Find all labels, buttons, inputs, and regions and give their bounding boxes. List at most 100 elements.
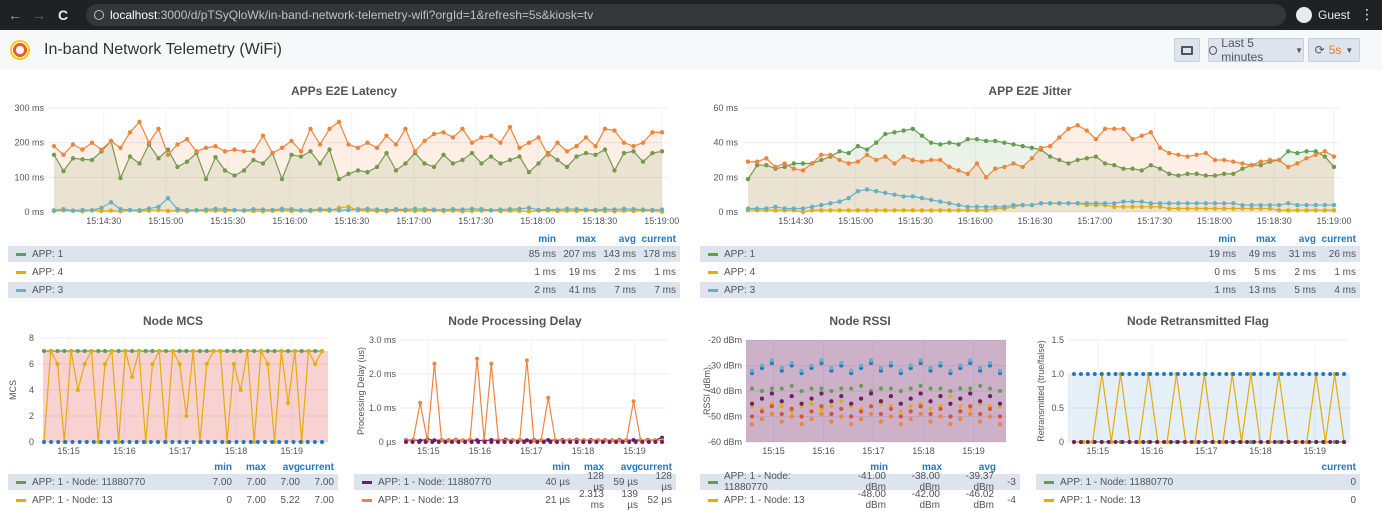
data-point [660,440,664,444]
panel-title[interactable]: APPs E2E Latency [8,84,680,98]
legend-swatch [16,498,26,502]
y-tick-label: 1.0 [1051,369,1064,379]
data-point [198,440,203,444]
refresh-button[interactable]: ⟳ 5s ▼ [1308,38,1360,62]
panel-title[interactable]: Node MCS [8,314,338,328]
dashboard-title[interactable]: In-band Network Telemetry (WiFi) [44,41,282,59]
legend-item[interactable]: APP: 1 - Node: 13 21 µs 2.313 ms 139 µs 52 µ… [354,489,676,511]
latency-graph[interactable]: 300 ms 200 ms 100 ms 0 ms 15:14:30 15:15:00 15… [8,100,680,250]
legend-column-min[interactable]: min [538,234,556,245]
data-point [769,391,774,396]
data-point [1157,145,1163,151]
y-axis-label: Retransmitted (true/false) [1036,340,1046,442]
legend-column-max[interactable]: max [1256,234,1276,245]
legend-item[interactable]: APP: 1 - Node: 11880770 7.00 7.00 7.00 7.00 [8,474,338,490]
data-point [507,207,513,212]
data-point [1194,152,1199,157]
data-point [878,366,883,371]
data-point [292,349,297,353]
legend-column-min[interactable]: min [214,462,232,473]
legend-column-max[interactable]: max [246,462,266,473]
data-point [463,440,468,444]
data-point [1321,440,1326,444]
legend-item[interactable]: APP: 1 - Node: 11880770 -41.00 dBm -38.00 … [700,471,1020,493]
grafana-logo-icon[interactable] [10,40,30,60]
legend-column-min[interactable]: min [552,462,570,473]
legend-column-current[interactable]: current [1322,234,1356,245]
retransmitted-graph[interactable]: 1.5 1.0 0.5 0 15:15 15:16 15:17 15:18 15:19 Retra… [1036,330,1360,480]
data-point [745,159,751,164]
data-point [277,440,282,444]
data-point [213,143,218,149]
reload-icon[interactable]: C [54,6,72,24]
data-point [51,143,57,149]
time-picker-button[interactable]: Last 5 minutes ▼ [1208,36,1304,64]
legend-column-avg[interactable]: avg [621,462,638,473]
back-arrow-icon[interactable]: ← [6,6,24,24]
data-point [42,349,46,353]
legend-item[interactable]: APP: 3 1 ms 13 ms 5 ms 4 ms [700,282,1360,298]
forward-arrow-icon[interactable]: → [30,6,48,24]
legend-series-name: APP: 1 - Node: 13 [724,494,805,506]
data-point [106,440,111,444]
data-point [1307,440,1312,444]
legend-item[interactable]: APP: 1 - Node: 11880770 40 µs 128 µs 59 µs 1… [354,471,676,493]
data-point [1113,440,1118,444]
data-point [1127,372,1132,376]
data-point [754,206,760,211]
panel-title[interactable]: Node Retransmitted Flag [1036,314,1360,328]
profile-button[interactable]: Guest [1296,5,1350,25]
browser-menu-icon[interactable]: ⋮ [1360,6,1374,23]
data-point [1203,201,1209,206]
x-tick-label: 15:19 [623,446,646,456]
data-point [869,411,874,416]
area-fill [748,125,1334,212]
mcs-graph[interactable]: 8 6 4 2 0 15:15 15:16 15:17 15:18 15:19 MCS [8,330,338,480]
data-point [251,207,256,212]
panel-title[interactable]: Node RSSI [700,314,1020,328]
data-point [809,161,815,166]
legend-column-current[interactable]: current [642,234,676,245]
legend-column-max[interactable]: max [576,234,596,245]
legend-swatch [708,252,718,256]
data-point [80,207,85,213]
legend-column-current[interactable]: current [1322,462,1356,473]
data-point [965,171,970,177]
legend-swatch [708,270,718,274]
legend-item[interactable]: APP: 1 - Node: 13 0 7.00 5.22 7.00 [8,492,338,508]
data-point [238,388,243,392]
jitter-graph[interactable]: 60 ms 40 ms 20 ms 0 ms 15:14:30 15:15:00 15:15… [700,100,1360,250]
legend-column-current[interactable]: current [300,462,334,473]
url-bar[interactable]: localhost:3000/d/pTSyQloWk/in-band-netwo… [86,4,1286,26]
data-point [1231,201,1236,206]
legend-item[interactable]: APP: 4 0 ms 5 ms 2 ms 1 ms [700,264,1360,280]
data-point [919,159,925,164]
data-point [1002,140,1007,145]
data-point [837,157,842,163]
data-point [799,414,804,419]
data-point [1258,372,1263,376]
data-point [118,145,123,151]
delay-graph[interactable]: 3.0 ms 2.0 ms 1.0 ms 0 µs 15:15 15:16 15:17 15:… [354,330,676,480]
panel-title[interactable]: Node Processing Delay [354,314,676,328]
rssi-graph[interactable]: -20 dBm -30 dBm -40 dBm -50 dBm -60 dBm 15:15… [700,330,1020,480]
data-point [839,399,844,404]
legend-column-avg[interactable]: avg [619,234,636,245]
data-point [614,440,619,444]
data-point [306,349,311,353]
legend-item[interactable]: APP: 1 - Node: 13 0 [1036,492,1360,508]
legend-column-avg[interactable]: avg [1299,234,1316,245]
tv-mode-button[interactable] [1174,38,1200,62]
data-point [1276,202,1282,208]
legend-column-min[interactable]: min [1218,234,1236,245]
data-point [1231,372,1236,376]
legend-item[interactable]: APP: 4 1 ms 19 ms 2 ms 1 ms [8,264,680,280]
legend-item[interactable]: APP: 1 - Node: 11880770 0 [1036,474,1360,490]
legend-item[interactable]: APP: 1 19 ms 49 ms 31 ms 26 ms [700,246,1360,262]
legend-item[interactable]: APP: 1 85 ms 207 ms 143 ms 178 ms [8,246,680,262]
site-info-icon[interactable] [94,10,104,20]
legend-column-avg[interactable]: avg [283,462,300,473]
legend-item[interactable]: APP: 3 2 ms 41 ms 7 ms 7 ms [8,282,680,298]
panel-title[interactable]: APP E2E Jitter [700,84,1360,98]
legend-item[interactable]: APP: 1 - Node: 13 -48.00 dBm -42.00 dBm -46… [700,489,1020,511]
